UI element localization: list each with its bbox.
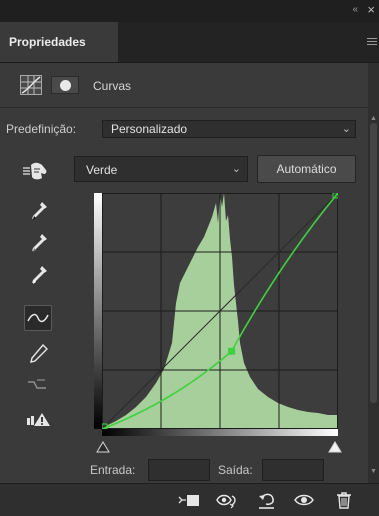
edit-points-curve-icon[interactable]	[24, 305, 52, 331]
clip-to-layer-icon[interactable]	[177, 490, 199, 510]
tab-properties[interactable]: Propriedades	[0, 22, 118, 62]
scroll-down-icon[interactable]: ▼	[370, 468, 377, 475]
layer-mask-icon[interactable]	[51, 76, 79, 94]
scroll-up-icon[interactable]: ▲	[370, 115, 377, 122]
targeted-adjustment-hand-icon[interactable]	[22, 161, 48, 181]
sample-white-eyedropper-icon[interactable]	[24, 263, 52, 289]
input-field[interactable]	[148, 459, 210, 481]
preset-dropdown[interactable]: Personalizado ⌄	[102, 120, 356, 138]
reset-defaults-icon[interactable]	[255, 490, 277, 510]
panel-topbar: « ×	[0, 0, 379, 22]
toggle-visibility-icon[interactable]	[292, 490, 314, 510]
output-gradient-bar	[94, 193, 102, 429]
chevron-down-icon: ⌄	[231, 163, 241, 175]
auto-button[interactable]: Automático	[257, 155, 356, 183]
tab-row: Propriedades	[0, 22, 379, 63]
curve-control-point[interactable]	[228, 347, 236, 355]
curves-graph[interactable]	[101, 192, 339, 430]
output-field[interactable]	[262, 459, 324, 481]
curves-adjustment-icon[interactable]	[20, 75, 42, 95]
view-previous-state-icon[interactable]	[215, 490, 237, 510]
curves-graph-area[interactable]	[94, 192, 347, 443]
adjustment-header: Curvas	[0, 63, 368, 108]
properties-panel: Curvas Predefinição: Personalizado ⌄ Ver…	[0, 63, 368, 483]
panel-menu-icon[interactable]	[367, 38, 377, 47]
scrollbar-thumb[interactable]	[370, 123, 377, 403]
close-panel-icon[interactable]: ×	[367, 2, 375, 17]
preset-label: Predefinição:	[6, 122, 77, 136]
sample-gray-eyedropper-icon[interactable]	[24, 231, 52, 257]
channel-dropdown[interactable]: Verde ⌄	[74, 156, 248, 182]
draw-pencil-icon[interactable]	[24, 341, 52, 367]
channel-value: Verde	[86, 163, 118, 177]
input-label: Entrada:	[90, 463, 136, 477]
sample-black-eyedropper-icon[interactable]	[24, 199, 52, 225]
black-point-slider[interactable]	[96, 441, 110, 453]
output-label: Saída:	[218, 463, 253, 477]
smooth-curve-icon[interactable]	[24, 373, 52, 399]
clipping-warning-icon[interactable]	[24, 407, 52, 433]
white-point-slider[interactable]	[328, 441, 342, 453]
panel-scrollbar[interactable]: ▲ ▼	[368, 63, 379, 483]
adjustment-title: Curvas	[93, 79, 132, 93]
preset-value: Personalizado	[111, 122, 188, 136]
panel-footer	[0, 483, 379, 516]
delete-adjustment-icon[interactable]	[332, 490, 354, 510]
collapse-panel-icon[interactable]: «	[352, 4, 357, 15]
chevron-down-icon: ⌄	[341, 123, 351, 135]
input-gradient-bar	[102, 429, 338, 436]
